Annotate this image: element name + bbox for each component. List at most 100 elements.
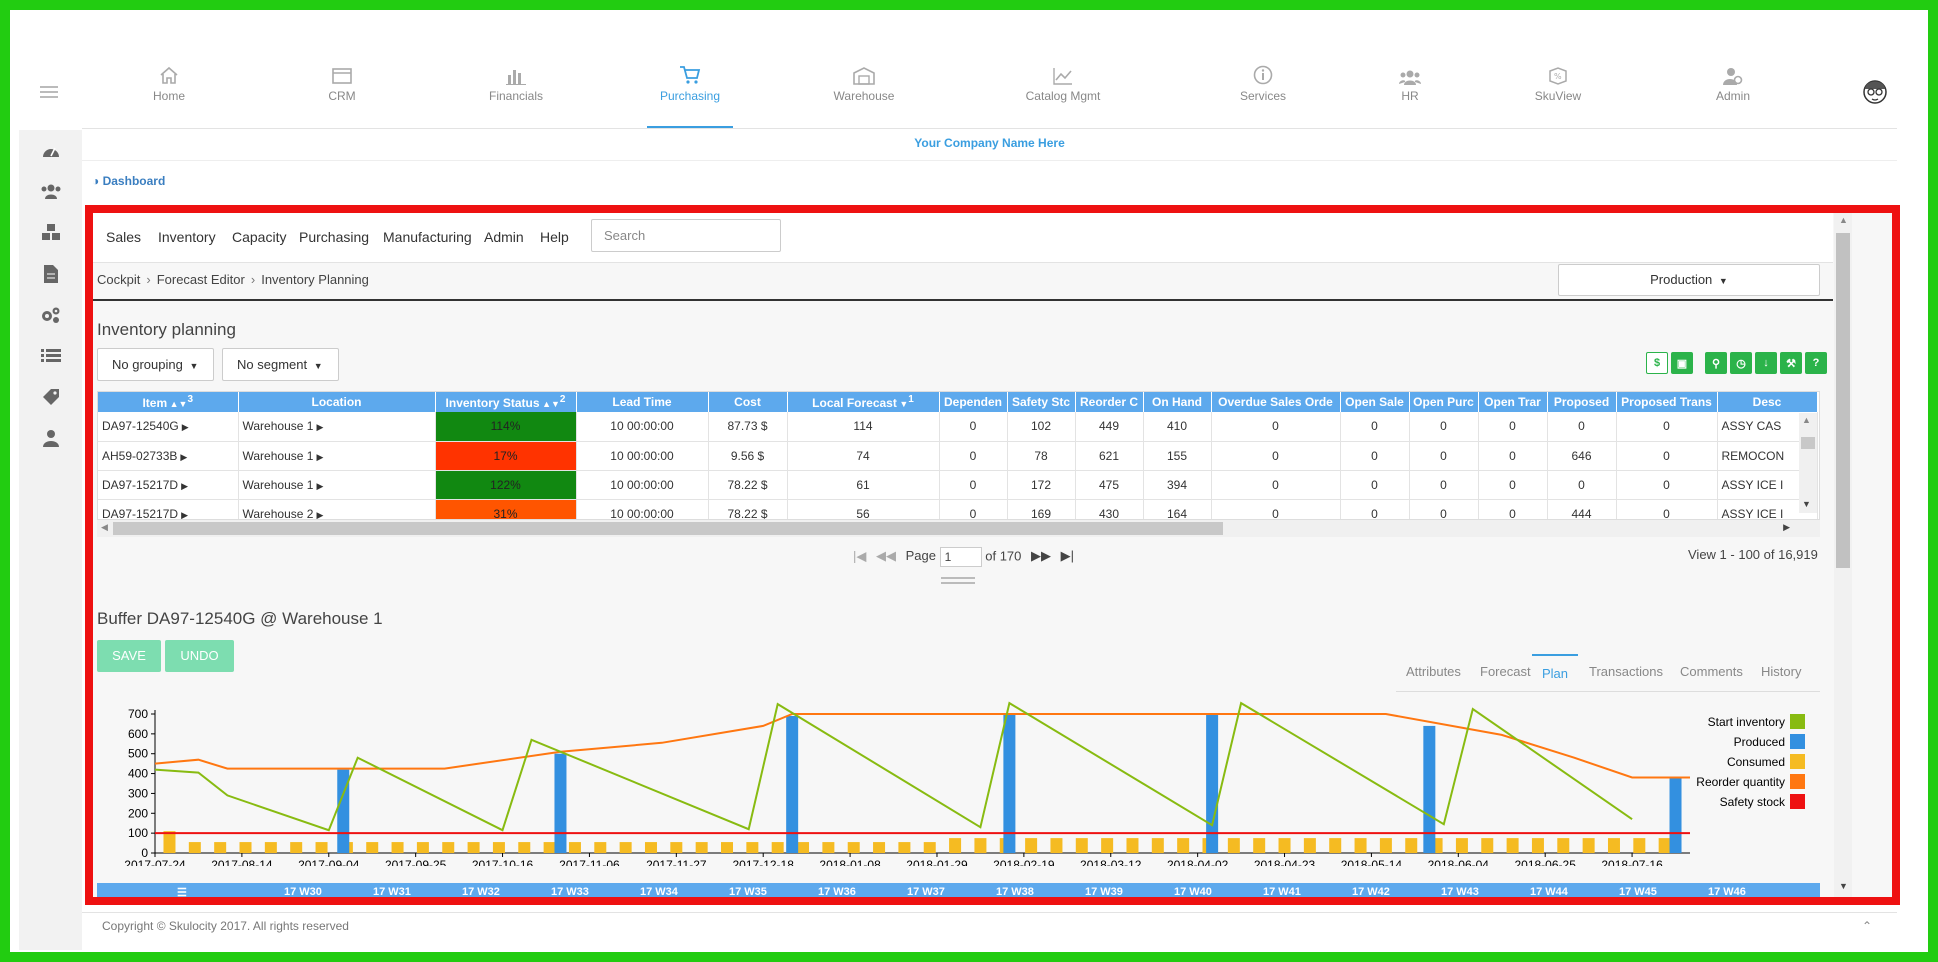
col-lead-time[interactable]: Lead Time <box>576 392 709 412</box>
col-open-transfers[interactable]: Open Trar <box>1478 392 1548 412</box>
col-open-purchases[interactable]: Open Purc <box>1409 392 1479 412</box>
nav-financials[interactable]: Financials <box>461 55 571 103</box>
grid-vertical-scrollbar-thumb[interactable] <box>1801 437 1815 449</box>
expand-caret-icon[interactable]: ▶ <box>316 510 323 520</box>
scenario-dropdown[interactable]: Production ▼ <box>1558 264 1820 296</box>
nav-crm[interactable]: CRM <box>287 55 397 103</box>
grid-horizontal-scrollbar-thumb[interactable] <box>113 522 1223 535</box>
undo-button[interactable]: UNDO <box>165 640 234 672</box>
col-reorder[interactable]: Reorder C <box>1075 392 1144 412</box>
scroll-down-icon[interactable]: ▼ <box>1839 881 1848 891</box>
menu-capacity[interactable]: Capacity <box>232 229 286 245</box>
cell-item[interactable]: DA97-15217D ▶ <box>98 499 239 520</box>
dashboard-gauge-icon[interactable] <box>39 138 63 162</box>
scroll-up-icon[interactable]: ▲ <box>1839 215 1848 225</box>
tab-plan[interactable]: Plan <box>1532 654 1579 691</box>
bottom-grid-col-header[interactable]: 17 W36 <box>818 886 856 897</box>
wrench-icon[interactable]: ⚒ <box>1780 352 1802 374</box>
expand-caret-icon[interactable]: ▶ <box>316 481 323 491</box>
bottom-grid-col-header[interactable]: 17 W39 <box>1085 886 1123 897</box>
tags-icon[interactable] <box>39 385 63 409</box>
document-icon[interactable] <box>39 262 63 286</box>
breadcrumb-cockpit[interactable]: Cockpit <box>97 272 140 287</box>
bottom-grid-col-header[interactable]: 17 W40 <box>1174 886 1212 897</box>
col-cost[interactable]: Cost <box>708 392 788 412</box>
table-row[interactable]: DA97-15217D ▶ Warehouse 2 ▶ 31% 10 00:00:00 78… <box>98 499 1818 520</box>
col-item[interactable]: Item ▲▼3 <box>98 392 239 412</box>
scroll-up-icon[interactable]: ▲ <box>1802 415 1811 425</box>
bottom-grid-col-header[interactable]: 17 W33 <box>551 886 589 897</box>
bottom-grid-col-header[interactable]: 17 W45 <box>1619 886 1657 897</box>
tab-history[interactable]: History <box>1761 654 1801 691</box>
cell-item[interactable]: DA97-12540G ▶ <box>98 412 239 442</box>
nav-home[interactable]: Home <box>114 55 224 103</box>
expand-caret-icon[interactable]: ▶ <box>316 422 323 432</box>
help-icon[interactable]: ? <box>1805 352 1827 374</box>
next-page-icon[interactable]: ▶▶ <box>1031 548 1051 563</box>
col-on-hand[interactable]: On Hand <box>1143 392 1212 412</box>
col-proposed-transfers[interactable]: Proposed Trans <box>1616 392 1718 412</box>
bottom-grid-col-header[interactable]: 17 W43 <box>1441 886 1479 897</box>
hamburger-menu-icon[interactable] <box>40 86 58 100</box>
search-icon[interactable]: ⚲ <box>1705 352 1727 374</box>
bottom-grid-col-header[interactable]: 17 W38 <box>996 886 1034 897</box>
cell-location[interactable]: Warehouse 1 ▶ <box>238 412 436 442</box>
page-number-input[interactable]: 1 <box>939 547 982 567</box>
col-local-forecast[interactable]: Local Forecast ▼1 <box>787 392 940 412</box>
grouping-dropdown[interactable]: No grouping ▼ <box>97 348 214 381</box>
segment-dropdown[interactable]: No segment ▼ <box>222 348 339 381</box>
cell-location[interactable]: Warehouse 1 ▶ <box>238 470 436 500</box>
bottom-grid-col-header[interactable]: 17 W41 <box>1263 886 1301 897</box>
table-row[interactable]: AH59-02733B ▶ Warehouse 1 ▶ 17% 10 00:00:00 9.… <box>98 441 1818 471</box>
nav-purchasing[interactable]: Purchasing <box>635 55 745 128</box>
tab-forecast[interactable]: Forecast <box>1480 654 1531 691</box>
col-location[interactable]: Location <box>238 392 436 412</box>
expand-caret-icon[interactable]: ▶ <box>316 452 323 462</box>
dashboard-link[interactable]: ◑ Dashboard <box>92 174 165 188</box>
expand-caret-icon[interactable]: ▶ <box>180 452 187 462</box>
splitter-handle[interactable] <box>941 577 975 584</box>
download-icon[interactable]: ↓ <box>1755 352 1777 374</box>
menu-inventory[interactable]: Inventory <box>158 229 216 245</box>
last-page-icon[interactable]: ▶| <box>1061 548 1074 563</box>
scroll-down-icon[interactable]: ▼ <box>1802 499 1811 509</box>
dollar-icon[interactable]: $ <box>1646 352 1668 374</box>
bottom-grid-col-header[interactable]: 17 W31 <box>373 886 411 897</box>
col-open-sales[interactable]: Open Sale <box>1340 392 1410 412</box>
breadcrumb-forecast-editor[interactable]: Forecast Editor <box>157 272 245 287</box>
list-icon[interactable] <box>39 344 63 368</box>
menu-admin[interactable]: Admin <box>484 229 524 245</box>
nav-skuview[interactable]: % SkuView <box>1503 55 1613 103</box>
bottom-grid-col-header[interactable]: 17 W35 <box>729 886 767 897</box>
cell-item[interactable]: AH59-02733B ▶ <box>98 441 239 471</box>
tab-attributes[interactable]: Attributes <box>1406 654 1461 691</box>
expand-caret-icon[interactable]: ▶ <box>181 510 188 520</box>
first-page-icon[interactable]: |◀ <box>853 548 866 563</box>
nav-admin[interactable]: Admin <box>1678 55 1788 103</box>
prev-page-icon[interactable]: ◀◀ <box>876 548 896 563</box>
save-button[interactable]: SAVE <box>97 640 161 672</box>
bottom-grid-col-header[interactable]: 17 W30 <box>284 886 322 897</box>
bottom-grid-col-header[interactable]: 17 W32 <box>462 886 500 897</box>
menu-manufacturing[interactable]: Manufacturing <box>383 229 472 245</box>
gears-icon[interactable] <box>39 303 63 327</box>
expand-caret-icon[interactable]: ▶ <box>181 481 188 491</box>
nav-warehouse[interactable]: Warehouse <box>809 55 919 103</box>
scroll-left-icon[interactable]: ◀ <box>101 522 108 533</box>
bottom-grid-col-header[interactable]: 17 W34 <box>640 886 678 897</box>
tab-comments[interactable]: Comments <box>1680 654 1743 691</box>
cubes-icon[interactable] <box>39 220 63 244</box>
scroll-top-icon[interactable]: ⌃ <box>1862 919 1872 933</box>
users-icon[interactable] <box>39 179 63 203</box>
cell-location[interactable]: Warehouse 1 ▶ <box>238 441 436 471</box>
nav-hr[interactable]: HR <box>1355 55 1465 103</box>
main-vertical-scrollbar[interactable]: ▲ ▼ <box>1834 213 1852 897</box>
col-dependent[interactable]: Dependen <box>939 392 1008 412</box>
col-overdue-sales[interactable]: Overdue Sales Orde <box>1211 392 1341 412</box>
nav-catalog-mgmt[interactable]: Catalog Mgmt <box>1008 55 1118 103</box>
search-input[interactable]: Search <box>591 219 781 252</box>
menu-purchasing[interactable]: Purchasing <box>299 229 369 245</box>
tab-transactions[interactable]: Transactions <box>1589 654 1663 691</box>
clock-icon[interactable]: ◷ <box>1730 352 1752 374</box>
col-proposed[interactable]: Proposed <box>1547 392 1617 412</box>
